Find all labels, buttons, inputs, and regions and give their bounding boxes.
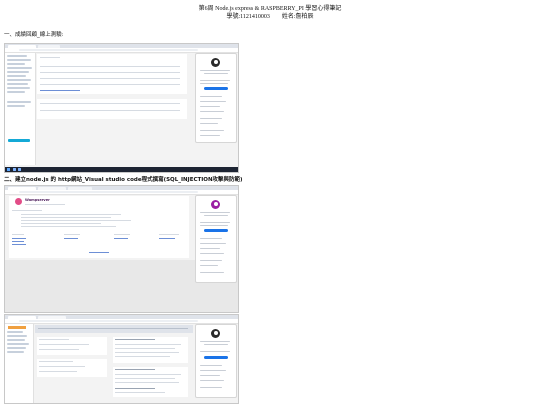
section-heading-1: 一、成績回顧_線上測驗: xyxy=(4,32,64,38)
account-popup xyxy=(195,53,237,143)
database-server-info xyxy=(113,337,188,363)
wamp-logo xyxy=(15,198,22,205)
taskbar-app-icon[interactable] xyxy=(18,168,21,171)
web-server-info xyxy=(113,367,188,397)
phpmyadmin-screenshot xyxy=(4,314,239,404)
pma-tabs[interactable] xyxy=(35,325,193,333)
taskbar-app-icon[interactable] xyxy=(13,168,16,171)
avatar[interactable] xyxy=(211,200,220,209)
database-tree xyxy=(5,324,34,403)
score-table xyxy=(37,99,187,119)
online-exam-results-screenshot xyxy=(4,43,239,173)
appearance-settings xyxy=(37,359,107,377)
url-input[interactable] xyxy=(19,319,198,322)
url-input[interactable] xyxy=(19,190,198,193)
windows-taskbar xyxy=(5,167,238,172)
course-sidebar xyxy=(5,53,36,165)
wamp-page: Wampserver xyxy=(9,196,189,258)
results-table xyxy=(37,54,187,94)
general-settings xyxy=(37,337,107,355)
avatar[interactable] xyxy=(211,329,220,338)
account-popup xyxy=(195,195,237,283)
sidebar-active-item[interactable] xyxy=(8,139,30,142)
section-heading-2: 二、建立node.js 的 http網站_Visual studio code程… xyxy=(4,177,243,183)
account-button[interactable] xyxy=(204,87,228,90)
account-button[interactable] xyxy=(204,229,228,232)
title-line-2: 學號:1121410003 姓名:詹柏辰 xyxy=(226,14,314,20)
title-line-1: 第6周 Node.js express & RASPBERRY_PI 學習心得筆… xyxy=(198,6,342,12)
url-input[interactable] xyxy=(19,48,198,51)
wamp-title: Wampserver xyxy=(25,198,50,202)
start-icon[interactable] xyxy=(7,168,10,171)
document-title: 第6周 Node.js express & RASPBERRY_PI 學習心得筆… xyxy=(0,5,540,21)
account-button[interactable] xyxy=(204,356,228,359)
account-popup xyxy=(195,324,237,398)
wampserver-localhost-screenshot: Wampserver xyxy=(4,185,239,313)
avatar[interactable] xyxy=(211,58,220,67)
